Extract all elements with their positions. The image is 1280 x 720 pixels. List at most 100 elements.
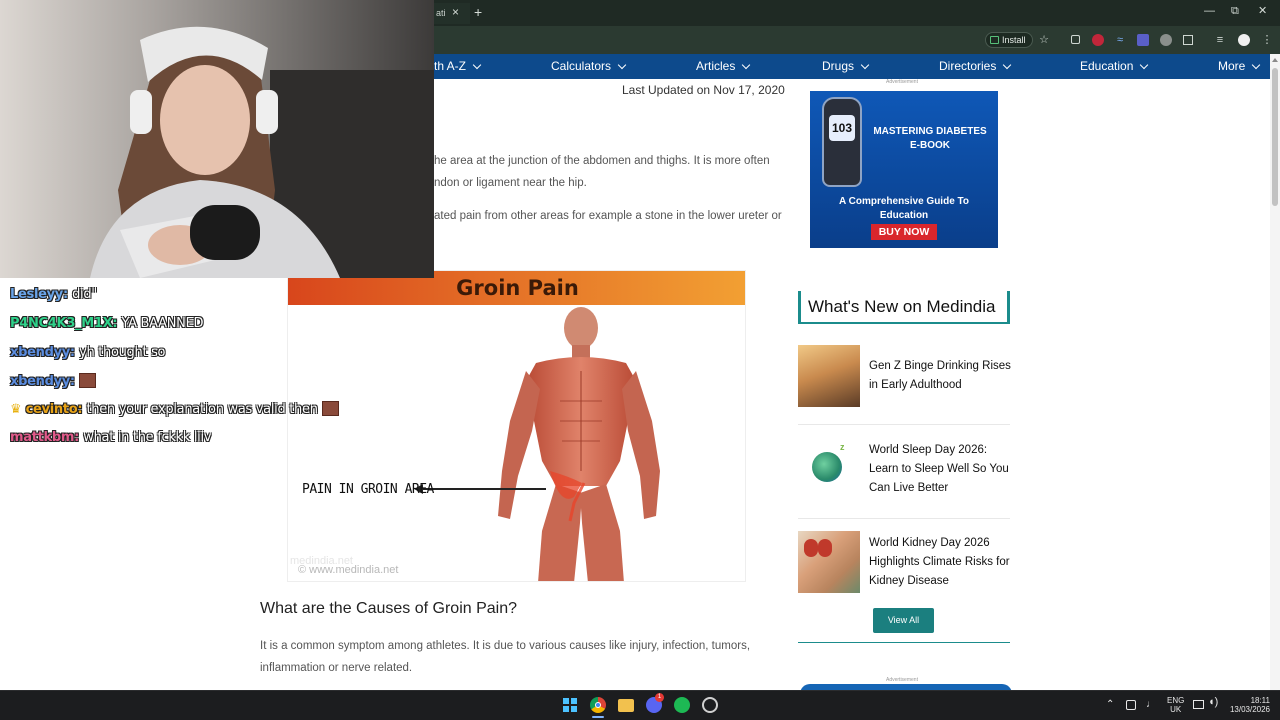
news-title[interactable]: World Kidney Day 2026 Highlights Climate… bbox=[869, 534, 1011, 591]
chat-message: Lesleyy: did" bbox=[10, 287, 97, 302]
display-icon[interactable] bbox=[1193, 700, 1204, 709]
view-all-button[interactable]: View All bbox=[873, 608, 934, 633]
news-thumbnail[interactable] bbox=[798, 531, 860, 593]
emote-icon bbox=[321, 401, 339, 416]
scroll-up-icon[interactable] bbox=[1272, 58, 1278, 62]
groin-pain-figure: Groin Pain PAIN IN GROIN AREA medindia.n… bbox=[287, 270, 746, 582]
chat-message: mattkbm: what in the fckkk liiv bbox=[10, 430, 211, 445]
minimize-icon[interactable]: — bbox=[1204, 4, 1215, 18]
chat-text: what in the fckkk liiv bbox=[83, 430, 212, 445]
spotify-icon[interactable] bbox=[674, 697, 690, 713]
app-icon[interactable] bbox=[702, 697, 718, 713]
chat-username: mattkbm: bbox=[10, 430, 80, 445]
chat-message: ♛ cevinto: then your explanation was val… bbox=[10, 401, 339, 417]
chevron-down-icon bbox=[1003, 60, 1012, 69]
audio-extension-icon[interactable]: ≈ bbox=[1114, 34, 1126, 46]
news-title[interactable]: Gen Z Binge Drinking Rises in Early Adul… bbox=[869, 357, 1011, 395]
scrollbar-thumb[interactable] bbox=[1272, 68, 1278, 206]
nav-education[interactable]: Education bbox=[1080, 54, 1149, 79]
clock-time: 18:11 bbox=[1250, 696, 1270, 705]
chat-username: xbendyy: bbox=[10, 345, 75, 360]
extension-icon[interactable] bbox=[1160, 34, 1172, 46]
news-thumbnail[interactable] bbox=[798, 345, 860, 407]
article-paragraph: he area at the junction of the abdomen a… bbox=[434, 150, 770, 194]
nav-more[interactable]: More bbox=[1218, 54, 1261, 79]
whats-new-heading: What's New on Medindia bbox=[798, 291, 1010, 324]
close-window-icon[interactable]: ✕ bbox=[1258, 4, 1267, 18]
nav-directories[interactable]: Directories bbox=[939, 54, 1012, 79]
star-icon[interactable]: ☆ bbox=[1038, 34, 1050, 46]
ad-title: MASTERING DIABETES E-BOOK bbox=[868, 125, 992, 153]
language-indicator[interactable]: ENG UK bbox=[1167, 696, 1184, 714]
chrome-icon[interactable] bbox=[590, 697, 606, 713]
news-divider bbox=[798, 518, 1010, 519]
diabetes-ebook-ad[interactable]: 103 MASTERING DIABETES E-BOOK A Comprehe… bbox=[810, 91, 998, 248]
figure-label: PAIN IN GROIN AREA bbox=[302, 482, 434, 497]
nav-articles[interactable]: Articles bbox=[696, 54, 751, 79]
extension-puzzle-icon[interactable] bbox=[1069, 34, 1081, 46]
nav-label: More bbox=[1218, 59, 1246, 73]
clock[interactable]: 18:11 13/03/2026 bbox=[1226, 696, 1270, 714]
profile-avatar-icon[interactable] bbox=[1238, 34, 1250, 46]
extensions-icon[interactable] bbox=[1182, 34, 1194, 46]
reading-list-icon[interactable]: ≡ bbox=[1214, 34, 1226, 46]
discord-icon[interactable]: 1 bbox=[646, 693, 664, 713]
article-paragraph: ated pain from other areas for example a… bbox=[434, 205, 782, 227]
install-label: Install bbox=[1002, 35, 1026, 45]
nav-label: Calculators bbox=[551, 59, 612, 73]
news-thumbnail[interactable]: z bbox=[798, 438, 860, 500]
install-app-button[interactable]: Install bbox=[985, 32, 1033, 48]
ad-title-line: E-BOOK bbox=[910, 140, 950, 151]
nav-drugs[interactable]: Drugs bbox=[822, 54, 870, 79]
chat-username: cevinto: bbox=[25, 402, 83, 417]
nav-label: Drugs bbox=[822, 59, 855, 73]
chevron-down-icon bbox=[472, 60, 482, 69]
restore-icon[interactable]: ⧉ bbox=[1231, 4, 1239, 18]
bitwarden-icon[interactable] bbox=[1137, 34, 1149, 46]
ublock-icon[interactable] bbox=[1092, 34, 1104, 46]
language-code: ENG bbox=[1167, 696, 1185, 705]
chat-username: P4NC4K3_M1X: bbox=[10, 316, 118, 331]
chat-message: xbendyy: yh thought so bbox=[10, 345, 166, 360]
news-item[interactable]: World Kidney Day 2026 Highlights Climate… bbox=[798, 531, 1010, 593]
tray-app-icon[interactable] bbox=[1126, 700, 1136, 710]
emote-icon bbox=[79, 373, 97, 388]
nav-calculators[interactable]: Calculators bbox=[551, 54, 627, 79]
chevron-up-icon[interactable]: ⌃ bbox=[1106, 700, 1114, 710]
causes-heading: What are the Causes of Groin Pain? bbox=[260, 600, 518, 617]
file-explorer-icon[interactable] bbox=[618, 699, 634, 712]
chat-username: Lesleyy: bbox=[10, 287, 68, 302]
notification-badge: 1 bbox=[655, 693, 664, 702]
sidebar-divider bbox=[798, 642, 1010, 643]
windows-start-icon[interactable] bbox=[562, 697, 578, 713]
news-item[interactable]: z World Sleep Day 2026: Learn to Sleep W… bbox=[798, 438, 1010, 500]
kebab-menu-icon[interactable]: ⋮ bbox=[1261, 34, 1273, 46]
nav-health-az[interactable]: th A-Z bbox=[434, 54, 482, 79]
whats-new-title: What's New on Medindia bbox=[808, 297, 996, 316]
streamer-webcam bbox=[0, 0, 434, 278]
paragraph-line: It is a common symptom among athletes. I… bbox=[260, 640, 751, 652]
buy-now-button[interactable]: BUY NOW bbox=[871, 224, 937, 240]
chat-username: xbendyy: bbox=[10, 374, 75, 389]
ad-subtitle-line: A Comprehensive Guide To Education bbox=[838, 196, 970, 221]
chevron-down-icon bbox=[617, 60, 627, 69]
chevron-down-icon bbox=[742, 60, 751, 69]
paragraph-line: ated pain from other areas for example a… bbox=[434, 210, 782, 222]
news-divider bbox=[798, 424, 1010, 425]
figure-watermark: © www.medindia.net bbox=[298, 564, 399, 576]
windows-taskbar bbox=[0, 690, 1280, 720]
tab-close-icon[interactable]: × bbox=[452, 4, 459, 20]
install-icon bbox=[990, 36, 999, 44]
new-tab-icon[interactable]: + bbox=[474, 3, 482, 21]
keyboard-layout: UK bbox=[1170, 705, 1182, 714]
volume-icon[interactable]: ◖) bbox=[1208, 697, 1218, 708]
page-scrollbar[interactable] bbox=[1270, 54, 1280, 690]
advertisement-label: Advertisement bbox=[886, 677, 918, 683]
active-app-indicator bbox=[592, 716, 604, 718]
news-item[interactable]: Gen Z Binge Drinking Rises in Early Adul… bbox=[798, 345, 1011, 407]
chevron-down-icon bbox=[1252, 60, 1261, 69]
last-updated-date: Last Updated on Nov 17, 2020 bbox=[622, 83, 785, 97]
microphone-icon[interactable]: ♩ bbox=[1146, 700, 1156, 710]
glucometer-reading: 103 bbox=[829, 115, 855, 141]
news-title[interactable]: World Sleep Day 2026: Learn to Sleep Wel… bbox=[869, 441, 1011, 498]
